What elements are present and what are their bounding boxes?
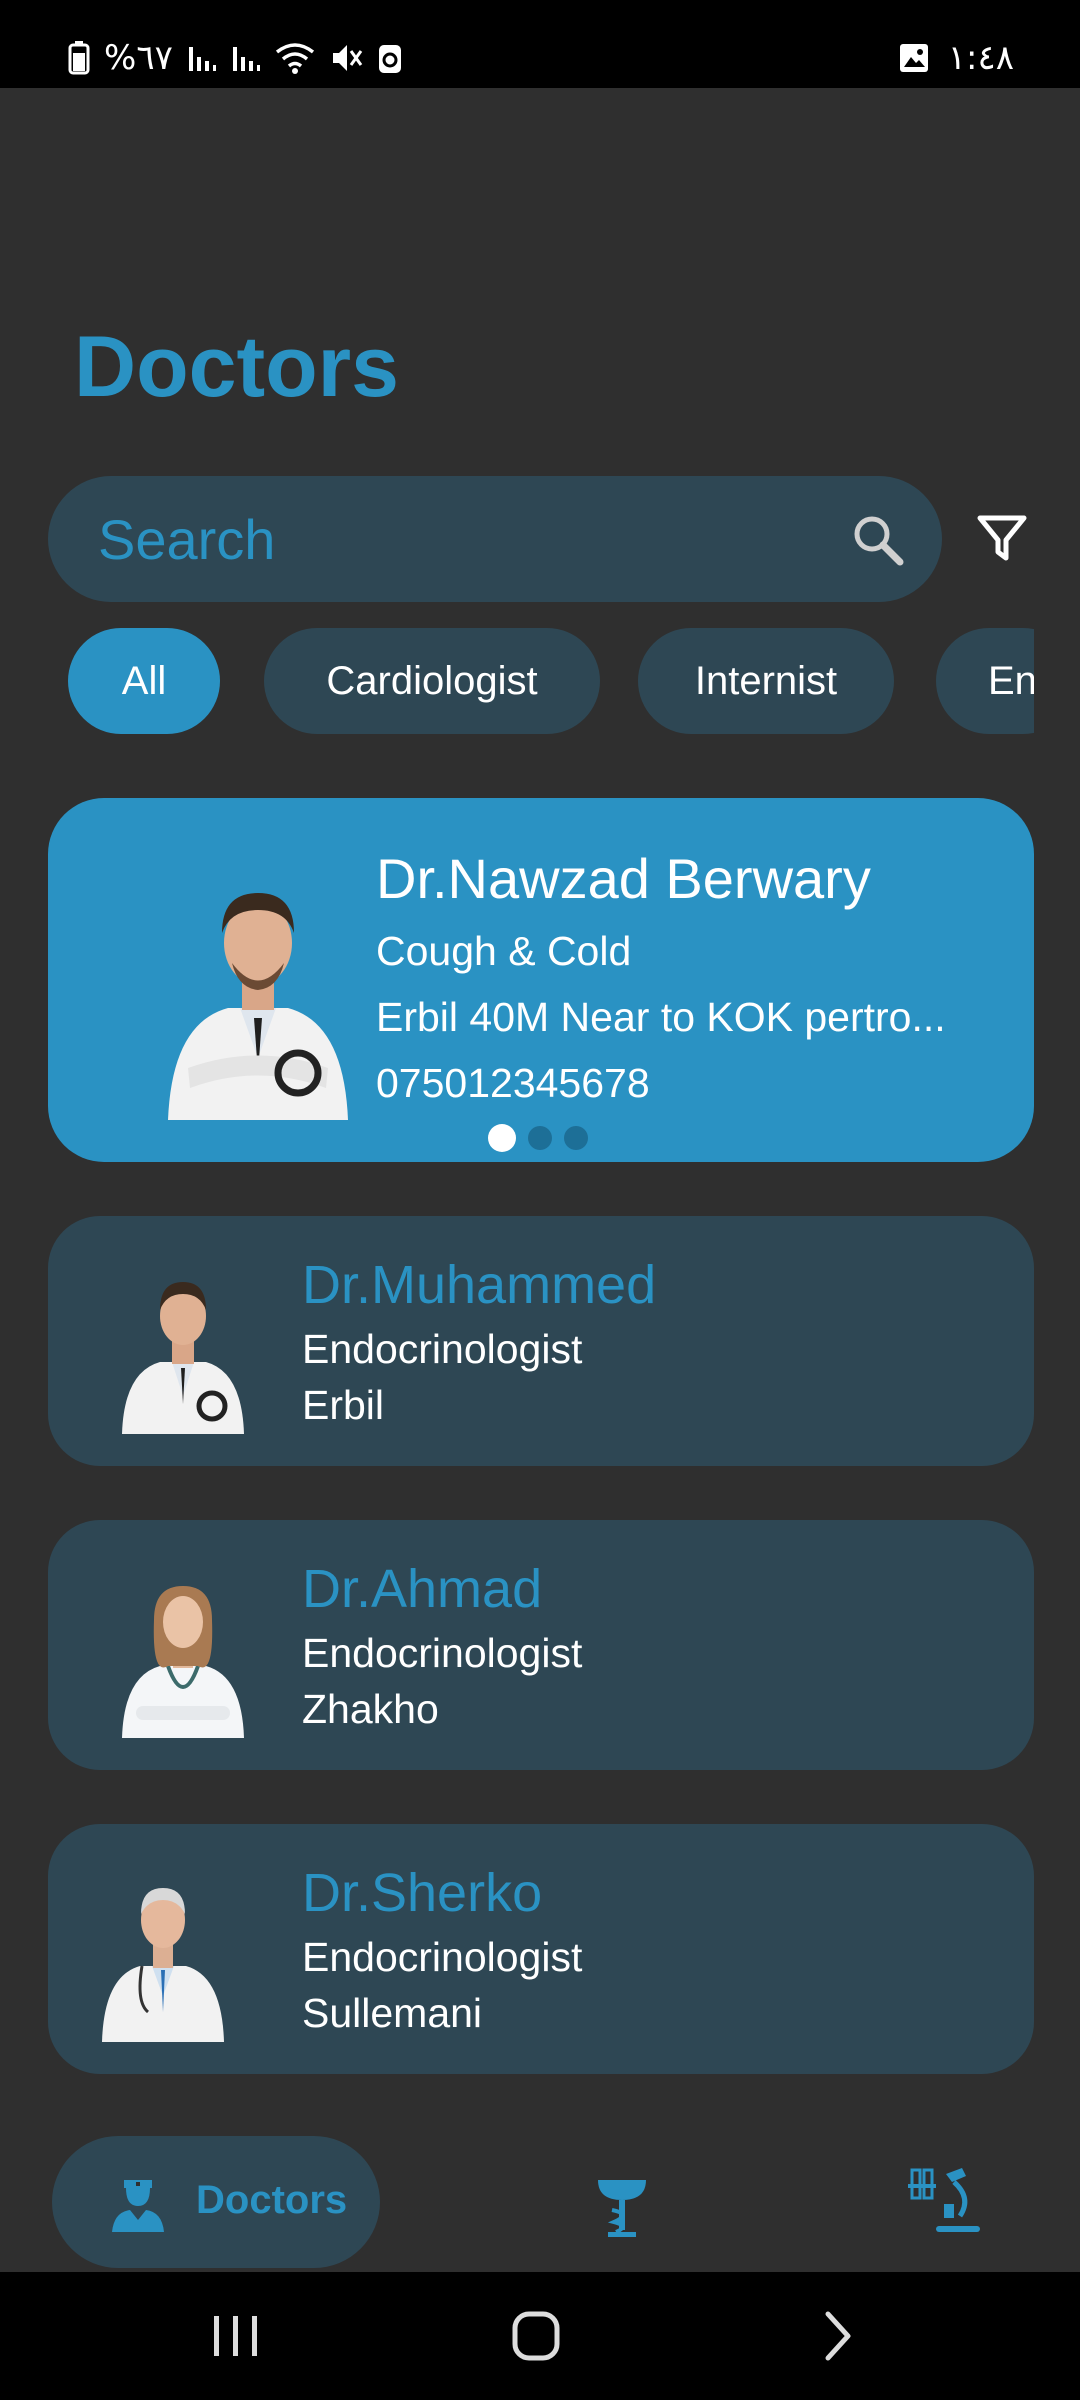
clock: ١:٤٨: [947, 38, 1014, 78]
status-right: ١:٤٨: [898, 38, 1014, 78]
doctor-specialty: Endocrinologist: [302, 1934, 583, 1980]
category-chips: All Cardiologist Internist En: [68, 628, 1034, 734]
doctor-photo: [122, 1586, 244, 1738]
doctor-specialty: Endocrinologist: [302, 1630, 583, 1676]
pharmacy-icon[interactable]: [590, 2166, 654, 2238]
mute-icon: [332, 45, 363, 71]
carousel-indicator: [488, 1124, 588, 1152]
battery-icon: [68, 41, 90, 75]
nav-doctors-label: Doctors: [196, 2178, 348, 2222]
featured-doctor-phone[interactable]: 075012345678: [376, 1060, 650, 1107]
featured-doctor-address: Erbil 40M Near to KOK pertro...: [376, 994, 946, 1040]
doctor-photo: [102, 1888, 224, 2042]
wifi-icon: [275, 43, 314, 74]
doctor-specialty: Endocrinologist: [302, 1326, 583, 1372]
doctor-city: Sullemani: [302, 1990, 483, 2036]
search-input[interactable]: [98, 500, 798, 578]
gallery-icon: [899, 44, 928, 72]
chip-internist[interactable]: Internist: [638, 628, 894, 734]
chip-cardiologist[interactable]: Cardiologist: [264, 628, 600, 734]
carousel-dot[interactable]: [564, 1126, 588, 1150]
filter-icon[interactable]: [976, 512, 1028, 564]
nav-doctors[interactable]: Doctors: [52, 2136, 380, 2268]
signal-2-icon: [232, 47, 260, 71]
featured-doctor-name: Dr.Nawzad Berwary: [376, 847, 871, 910]
signal-1-icon: [188, 47, 216, 71]
search-icon[interactable]: [850, 512, 906, 568]
home-icon[interactable]: [506, 2308, 566, 2364]
doctor-city: Erbil: [302, 1382, 385, 1428]
recycle-icon: [378, 45, 401, 73]
doctor-photo: [168, 893, 348, 1120]
carousel-dot[interactable]: [528, 1126, 552, 1150]
system-navigation-bar: [0, 2272, 1080, 2400]
chip-endocrinologist[interactable]: En: [936, 628, 1034, 734]
doctor-name: Dr.Sherko: [302, 1863, 543, 1923]
carousel-dot[interactable]: [488, 1124, 516, 1152]
doctor-photo: [122, 1282, 244, 1434]
search-bar[interactable]: [48, 476, 942, 602]
doctor-card[interactable]: Dr.Ahmad Endocrinologist Zhakho: [48, 1520, 1034, 1770]
recents-icon[interactable]: [206, 2308, 266, 2364]
battery-percent: %٦٧: [104, 38, 173, 78]
doctor-name: Dr.Muhammed: [302, 1255, 657, 1315]
bottom-navigation: Doctors: [0, 2120, 1080, 2272]
doctor-card[interactable]: Dr.Sherko Endocrinologist Sullemani: [48, 1824, 1034, 2074]
doctor-city: Zhakho: [302, 1686, 439, 1732]
chip-all[interactable]: All: [68, 628, 220, 734]
back-icon[interactable]: [808, 2308, 868, 2364]
page-title: Doctors: [74, 319, 399, 415]
doctor-name: Dr.Ahmad: [302, 1559, 543, 1619]
doctor-icon: [112, 2180, 164, 2232]
doctor-card[interactable]: Dr.Muhammed Endocrinologist Erbil: [48, 1216, 1034, 1466]
lab-icon[interactable]: [908, 2164, 980, 2236]
status-left: %٦٧: [68, 38, 403, 78]
featured-doctor-card[interactable]: Dr.Nawzad Berwary Cough & Cold Erbil 40M…: [48, 798, 1034, 1162]
featured-doctor-specialty: Cough & Cold: [376, 928, 632, 974]
status-bar: %٦٧ ١:٤٨: [0, 0, 1080, 88]
